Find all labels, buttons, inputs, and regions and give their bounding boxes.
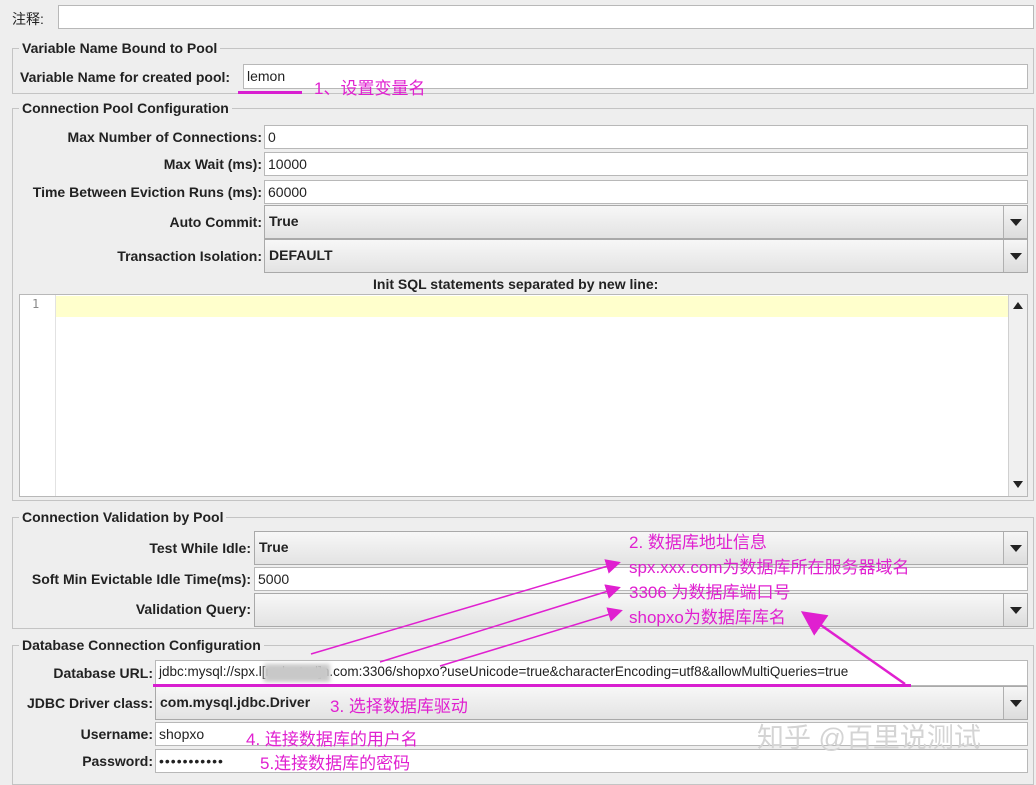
annotation-password: 5.连接数据库的密码 xyxy=(260,754,411,773)
arrow-to-port-note xyxy=(379,584,621,663)
arrow-to-address-note xyxy=(310,559,621,655)
arrow-to-dbname-note xyxy=(439,607,623,667)
annotation-username: 4. 连接数据库的用户名 xyxy=(246,730,418,749)
annotation-driver: 3. 选择数据库驱动 xyxy=(330,697,468,716)
annotation-arrows xyxy=(310,559,906,686)
watermark: 知乎 @百里说测试 xyxy=(757,723,981,753)
arrow-from-param-to-dbname xyxy=(800,611,906,686)
